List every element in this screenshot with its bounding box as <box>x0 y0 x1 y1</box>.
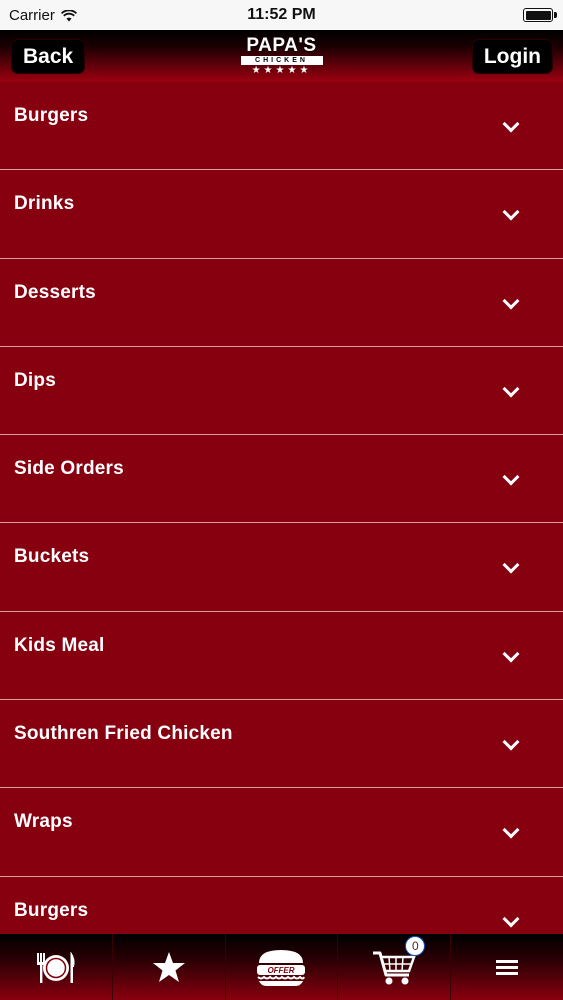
menu-category-row[interactable]: Desserts <box>0 258 563 347</box>
menu-category-label: Southren Fried Chicken <box>14 723 233 745</box>
logo-title: PAPA'S <box>246 35 317 56</box>
menu-category-row[interactable]: Burgers <box>0 876 563 934</box>
plate-cutlery-icon <box>36 952 75 983</box>
menu-category-label: Desserts <box>14 281 96 303</box>
cart-count-badge: 0 <box>405 936 426 956</box>
menu-category-label: Buckets <box>14 546 90 568</box>
logo-subtitle: CHICKEN <box>240 56 323 65</box>
menu-category-row[interactable]: Kids Meal <box>0 611 563 701</box>
offer-burger-icon: OFFER <box>257 950 306 986</box>
tab-favorites[interactable] <box>113 934 226 1000</box>
menu-category-label: Burgers <box>14 899 89 921</box>
svg-text:OFFER: OFFER <box>268 966 295 975</box>
menu-category-row[interactable]: Drinks <box>0 170 563 259</box>
chevron-down-icon[interactable] <box>502 468 520 486</box>
chevron-down-icon[interactable] <box>502 556 520 574</box>
menu-category-label: Burgers <box>14 105 89 126</box>
menu-category-row[interactable]: Buckets <box>0 523 563 612</box>
status-time: 11:52 PM <box>247 6 316 23</box>
menu-category-list: Burgers Drinks Desserts Dips Side Orders… <box>0 82 563 934</box>
star-icon <box>152 952 185 982</box>
menu-category-row[interactable]: Wraps <box>0 788 563 877</box>
logo-stars: ★★★★★ <box>251 65 312 76</box>
tab-offers[interactable]: OFFER <box>226 934 339 1000</box>
menu-icon <box>496 960 519 975</box>
tab-cart[interactable]: 0 <box>338 934 452 1000</box>
chevron-down-icon[interactable] <box>502 733 520 751</box>
menu-category-label: Dips <box>14 369 56 391</box>
chevron-down-icon[interactable] <box>502 380 520 398</box>
tab-bar: OFFER 0 <box>0 934 563 1000</box>
chevron-down-icon[interactable] <box>502 645 520 663</box>
menu-category-row[interactable]: Southren Fried Chicken <box>0 700 563 789</box>
menu-category-row[interactable]: Side Orders <box>0 435 563 524</box>
chevron-down-icon[interactable] <box>502 910 520 928</box>
tab-menu[interactable] <box>0 934 113 1000</box>
menu-category-label: Kids Meal <box>14 634 105 656</box>
status-bar: Carrier 11:52 PM <box>0 0 563 30</box>
chevron-down-icon[interactable] <box>502 821 520 839</box>
battery-icon <box>523 8 557 22</box>
menu-category-row[interactable]: Dips <box>0 346 563 436</box>
menu-category-label: Side Orders <box>14 458 124 480</box>
back-button[interactable]: Back <box>12 40 85 73</box>
chevron-down-icon[interactable] <box>502 115 520 133</box>
login-button[interactable]: Login <box>472 40 552 73</box>
screen: Carrier 11:52 PM Back PAPA'S CHICKEN ★★★… <box>0 0 563 1000</box>
tab-more[interactable] <box>451 934 563 1000</box>
menu-category-label: Wraps <box>14 811 73 833</box>
menu-category-row[interactable]: Burgers <box>0 82 563 171</box>
chevron-down-icon[interactable] <box>502 203 520 221</box>
nav-bar: Back PAPA'S CHICKEN ★★★★★ Login <box>0 30 563 82</box>
menu-category-label: Drinks <box>14 193 75 215</box>
papas-chicken-logo: PAPA'S CHICKEN ★★★★★ <box>240 36 324 76</box>
chevron-down-icon[interactable] <box>502 292 520 310</box>
